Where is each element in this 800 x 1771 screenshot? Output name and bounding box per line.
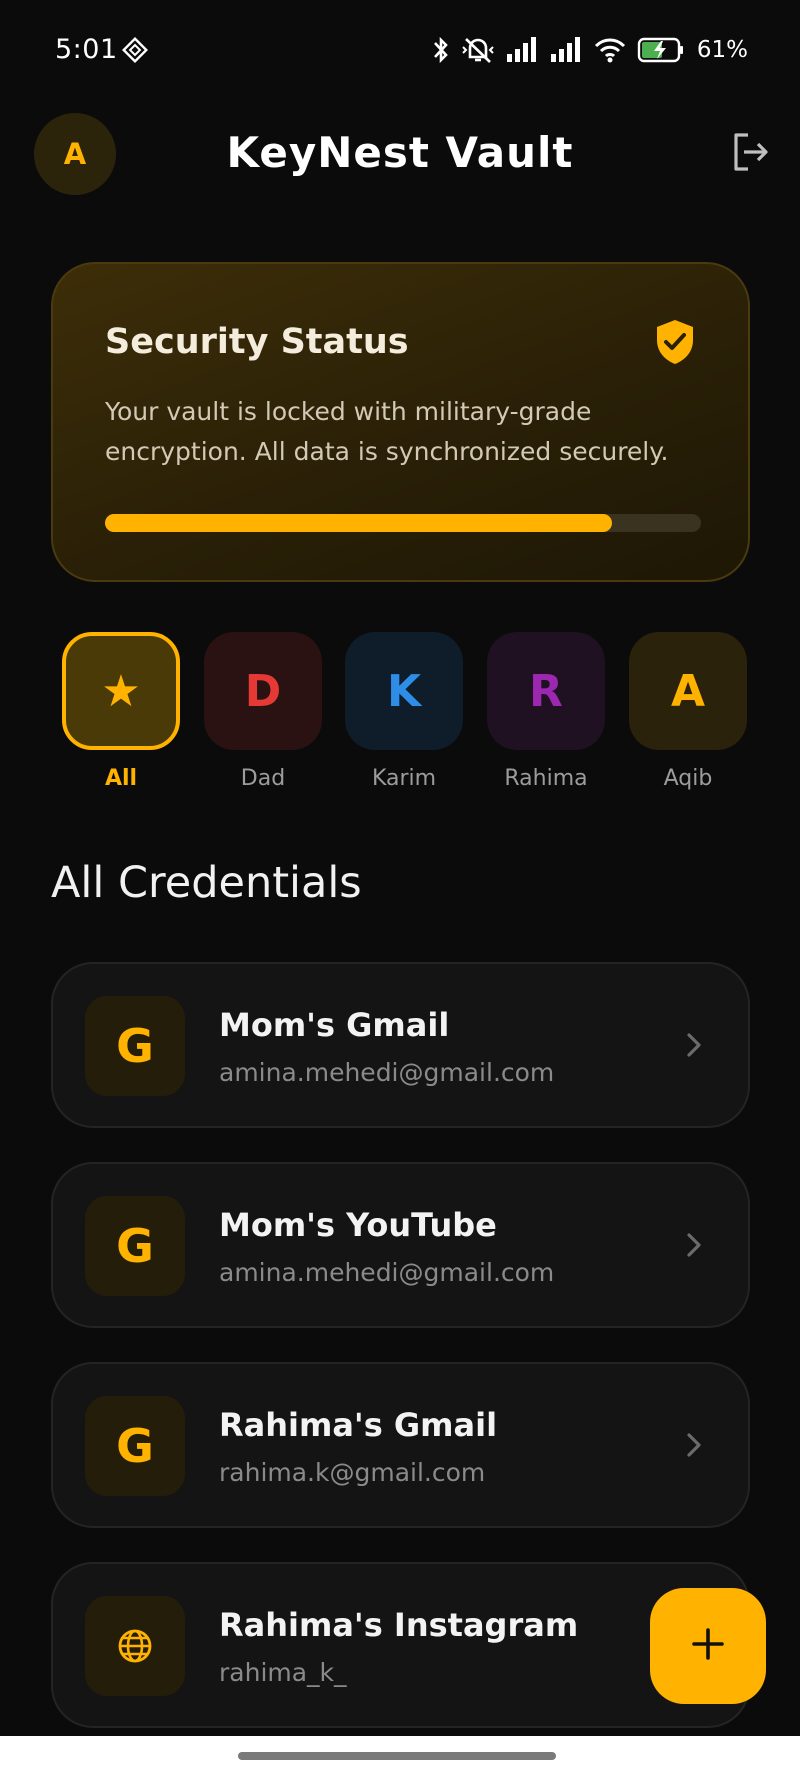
wifi-icon xyxy=(593,36,627,64)
security-progress-fill xyxy=(105,514,612,532)
credential-name: Mom's YouTube xyxy=(219,1206,497,1244)
chevron-right-icon xyxy=(684,1230,704,1264)
credential-username: amina.mehedi@gmail.com xyxy=(219,1058,555,1087)
home-gesture-handle[interactable] xyxy=(238,1752,556,1760)
filter-chip-aqib[interactable]: A Aqib xyxy=(629,632,747,791)
filter-chip-label: Karim xyxy=(371,766,437,791)
filter-chip-label: Aqib xyxy=(663,766,713,791)
filter-chip-box: ★ xyxy=(62,632,180,750)
status-bar: 5:01 61% xyxy=(0,0,800,100)
system-nav-bar xyxy=(0,1736,800,1771)
filter-chip-label: Dad xyxy=(240,766,286,791)
section-title: All Credentials xyxy=(51,858,362,908)
chevron-right-icon xyxy=(684,1430,704,1464)
filter-chip-box: R xyxy=(487,632,605,750)
credential-name: Rahima's Gmail xyxy=(219,1406,498,1444)
filter-chip-box: D xyxy=(204,632,322,750)
logout-button[interactable] xyxy=(728,130,772,174)
filter-chip-all[interactable]: ★ All xyxy=(62,632,180,791)
bluetooth-icon xyxy=(431,35,451,65)
credential-name: Rahima's Instagram xyxy=(219,1606,579,1644)
credential-row[interactable]: G Mom's YouTube amina.mehedi@gmail.com xyxy=(51,1162,750,1328)
filter-chip-rahima[interactable]: R Rahima xyxy=(487,632,605,791)
filter-chip-dad[interactable]: D Dad xyxy=(204,632,322,791)
filter-chip-karim[interactable]: K Karim xyxy=(345,632,463,791)
page-title: KeyNest Vault xyxy=(226,128,574,177)
contact-filter-row: ★ All D Dad K Karim R Rahima A Aqib xyxy=(62,632,762,792)
signal-icon xyxy=(505,36,539,64)
status-icons: 61% xyxy=(431,32,748,68)
credential-username: rahima_k_ xyxy=(219,1658,347,1687)
security-progress-bar xyxy=(105,514,701,532)
google-letter-icon: G xyxy=(85,1396,185,1496)
credential-name: Mom's Gmail xyxy=(219,1006,450,1044)
signal-icon xyxy=(549,36,583,64)
globe-icon xyxy=(85,1596,185,1696)
battery-percent: 61% xyxy=(696,37,748,63)
filter-chip-label: All xyxy=(104,766,138,791)
status-time: 5:01 xyxy=(55,34,118,65)
filter-chip-box: A xyxy=(629,632,747,750)
google-letter-icon: G xyxy=(85,1196,185,1296)
logout-icon xyxy=(728,133,772,178)
shield-check-icon xyxy=(654,318,696,370)
google-letter-icon: G xyxy=(85,996,185,1096)
credential-row[interactable]: Rahima's Instagram rahima_k_ xyxy=(51,1562,750,1728)
credential-row[interactable]: G Mom's Gmail amina.mehedi@gmail.com xyxy=(51,962,750,1128)
chevron-right-icon xyxy=(684,1030,704,1064)
security-title: Security Status xyxy=(105,322,409,362)
vibrate-off-icon xyxy=(461,35,495,65)
credential-row[interactable]: G Rahima's Gmail rahima.k@gmail.com xyxy=(51,1362,750,1528)
credential-username: amina.mehedi@gmail.com xyxy=(219,1258,555,1287)
battery-charging-icon xyxy=(637,36,685,64)
filter-chip-label: Rahima xyxy=(504,766,588,791)
security-description: Your vault is locked with military-grade… xyxy=(105,397,669,466)
nfc-icon xyxy=(121,36,149,67)
plus-icon xyxy=(691,1627,725,1665)
credential-username: rahima.k@gmail.com xyxy=(219,1458,486,1487)
add-credential-button[interactable] xyxy=(650,1588,766,1704)
filter-chip-box: K xyxy=(345,632,463,750)
security-status-card: Security Status Your vault is locked wit… xyxy=(51,262,750,582)
